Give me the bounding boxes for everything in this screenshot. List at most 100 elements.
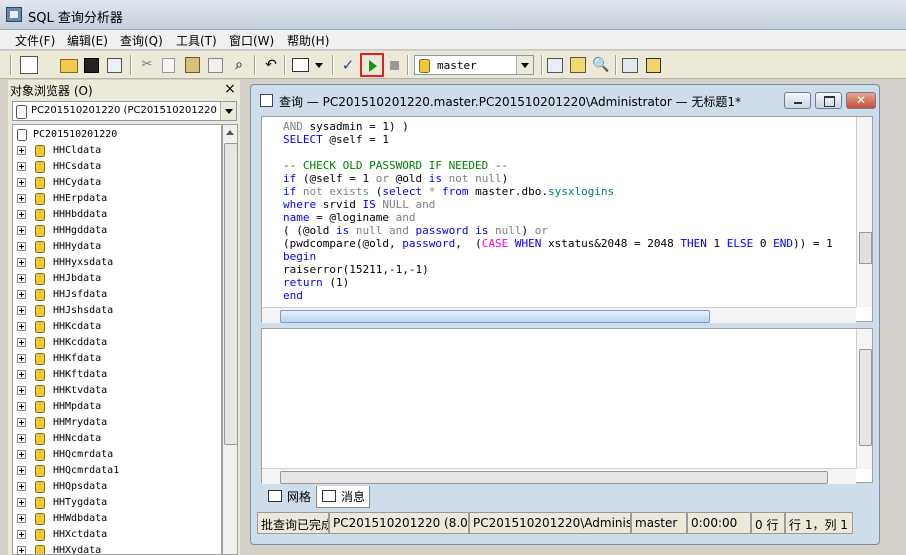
tree-item-database[interactable]: HHQcmrdata <box>13 447 221 463</box>
tree-scrollbar[interactable] <box>222 124 238 555</box>
cut-icon[interactable]: ✂ <box>138 56 156 74</box>
tree-item-database[interactable]: HHJbdata <box>13 271 221 287</box>
expand-plus-icon[interactable] <box>17 450 26 459</box>
tree-item-database[interactable]: HHKfdata <box>13 351 221 367</box>
expand-plus-icon[interactable] <box>17 178 26 187</box>
open-folder-icon[interactable] <box>60 59 78 73</box>
tree-item-database[interactable]: HHCydata <box>13 175 221 191</box>
menu-query[interactable]: 查询(Q) <box>120 32 163 49</box>
expand-plus-icon[interactable] <box>17 242 26 251</box>
tree-item-database[interactable]: HHNcdata <box>13 431 221 447</box>
expand-plus-icon[interactable] <box>17 258 26 267</box>
undo-icon[interactable]: ↶ <box>262 56 280 74</box>
save-icon[interactable] <box>84 58 99 73</box>
expand-plus-icon[interactable] <box>17 354 26 363</box>
results-dropdown-icon[interactable] <box>314 56 324 74</box>
expand-plus-icon[interactable] <box>17 210 26 219</box>
tree-item-database[interactable]: HHQcmrdata1 <box>13 463 221 479</box>
scroll-thumb[interactable] <box>859 232 872 264</box>
tab-messages[interactable]: 消息 <box>316 486 370 508</box>
tree-root[interactable]: PC201510201220 <box>13 127 221 143</box>
scroll-thumb[interactable] <box>859 349 872 446</box>
tree-item-database[interactable]: HHHyxsdata <box>13 255 221 271</box>
minimize-button[interactable] <box>784 92 811 109</box>
expand-plus-icon[interactable] <box>17 418 26 427</box>
scroll-up-icon[interactable] <box>226 130 234 135</box>
scroll-thumb[interactable] <box>224 143 238 445</box>
object-browser-icon[interactable] <box>570 57 586 73</box>
expand-plus-icon[interactable] <box>17 338 26 347</box>
database-select[interactable]: master <box>414 55 534 75</box>
expand-plus-icon[interactable] <box>17 546 26 554</box>
show-results-pane-icon[interactable] <box>646 58 661 73</box>
execution-plan-icon[interactable] <box>547 58 563 73</box>
tree-item-database[interactable]: HHMpdata <box>13 399 221 415</box>
menu-edit[interactable]: 编辑(E) <box>67 32 108 49</box>
tree-item-database[interactable]: HHQpsdata <box>13 479 221 495</box>
close-button[interactable]: ✕ <box>846 92 876 109</box>
editor-vertical-scrollbar[interactable] <box>856 117 872 307</box>
menu-help[interactable]: 帮助(H) <box>287 32 329 49</box>
menu-tools[interactable]: 工具(T) <box>176 32 217 49</box>
tree-item-database[interactable]: HHHbddata <box>13 207 221 223</box>
current-connection-properties-icon[interactable] <box>622 58 638 73</box>
paste-icon[interactable] <box>185 57 200 73</box>
expand-plus-icon[interactable] <box>17 290 26 299</box>
expand-plus-icon[interactable] <box>17 370 26 379</box>
stop-icon[interactable] <box>390 61 399 70</box>
tree-item-database[interactable]: HHMrydata <box>13 415 221 431</box>
expand-plus-icon[interactable] <box>17 322 26 331</box>
results-vertical-scrollbar[interactable] <box>856 329 872 469</box>
copy-icon[interactable] <box>162 58 175 73</box>
menu-file[interactable]: 文件(F) <box>15 32 55 49</box>
chevron-down-icon[interactable] <box>516 56 533 74</box>
expand-plus-icon[interactable] <box>17 498 26 507</box>
server-select[interactable]: PC201510201220 (PC201510201220\A <box>12 101 237 121</box>
tree-item-database[interactable]: HHWdbdata <box>13 511 221 527</box>
results-horizontal-scrollbar[interactable] <box>262 468 856 484</box>
parse-check-icon[interactable]: ✓ <box>339 56 357 74</box>
menu-window[interactable]: 窗口(W) <box>229 32 274 49</box>
scroll-thumb[interactable] <box>280 310 710 323</box>
expand-plus-icon[interactable] <box>17 226 26 235</box>
tree-item-database[interactable]: HHKtvdata <box>13 383 221 399</box>
find-icon[interactable]: ⌕ <box>230 56 248 74</box>
results-pane[interactable] <box>261 328 873 484</box>
tree-item-database[interactable]: HHJsfdata <box>13 287 221 303</box>
tree-item-database[interactable]: HHCldata <box>13 143 221 159</box>
sql-code[interactable]: AND sysadmin = 1) ) SELECT @self = 1 -- CH… <box>283 120 833 302</box>
expand-plus-icon[interactable] <box>17 530 26 539</box>
new-query-icon[interactable] <box>20 56 38 74</box>
load-script-icon[interactable] <box>107 58 122 73</box>
tree-item-database[interactable]: HHKcdata <box>13 319 221 335</box>
editor-horizontal-scrollbar[interactable] <box>262 307 856 323</box>
tree-item-database[interactable]: HHHgddata <box>13 223 221 239</box>
expand-plus-icon[interactable] <box>17 306 26 315</box>
expand-plus-icon[interactable] <box>17 466 26 475</box>
tab-grid[interactable]: 网格 <box>263 486 317 508</box>
tree-item-database[interactable]: HHXctdata <box>13 527 221 543</box>
tree-item-database[interactable]: HHKftdata <box>13 367 221 383</box>
expand-plus-icon[interactable] <box>17 386 26 395</box>
clear-window-icon[interactable] <box>208 58 223 73</box>
tree-item-database[interactable]: HHHydata <box>13 239 221 255</box>
expand-plus-icon[interactable] <box>17 146 26 155</box>
maximize-button[interactable] <box>815 92 842 109</box>
expand-plus-icon[interactable] <box>17 194 26 203</box>
scroll-thumb[interactable] <box>280 471 828 484</box>
expand-plus-icon[interactable] <box>17 482 26 491</box>
tree-item-database[interactable]: HHJshsdata <box>13 303 221 319</box>
tree-item-database[interactable]: HHCsdata <box>13 159 221 175</box>
expand-plus-icon[interactable] <box>17 402 26 411</box>
sql-editor[interactable]: AND sysadmin = 1) ) SELECT @self = 1 -- CH… <box>261 116 873 323</box>
close-icon[interactable]: × <box>222 81 238 97</box>
tree-item-database[interactable]: HHErpdata <box>13 191 221 207</box>
chevron-down-icon[interactable] <box>220 102 236 120</box>
tree-item-database[interactable]: HHXydata <box>13 543 221 554</box>
expand-plus-icon[interactable] <box>17 274 26 283</box>
tree-item-database[interactable]: HHKcddata <box>13 335 221 351</box>
expand-plus-icon[interactable] <box>17 434 26 443</box>
expand-plus-icon[interactable] <box>17 514 26 523</box>
execute-button[interactable] <box>360 53 384 77</box>
tree-item-database[interactable]: HHTygdata <box>13 495 221 511</box>
